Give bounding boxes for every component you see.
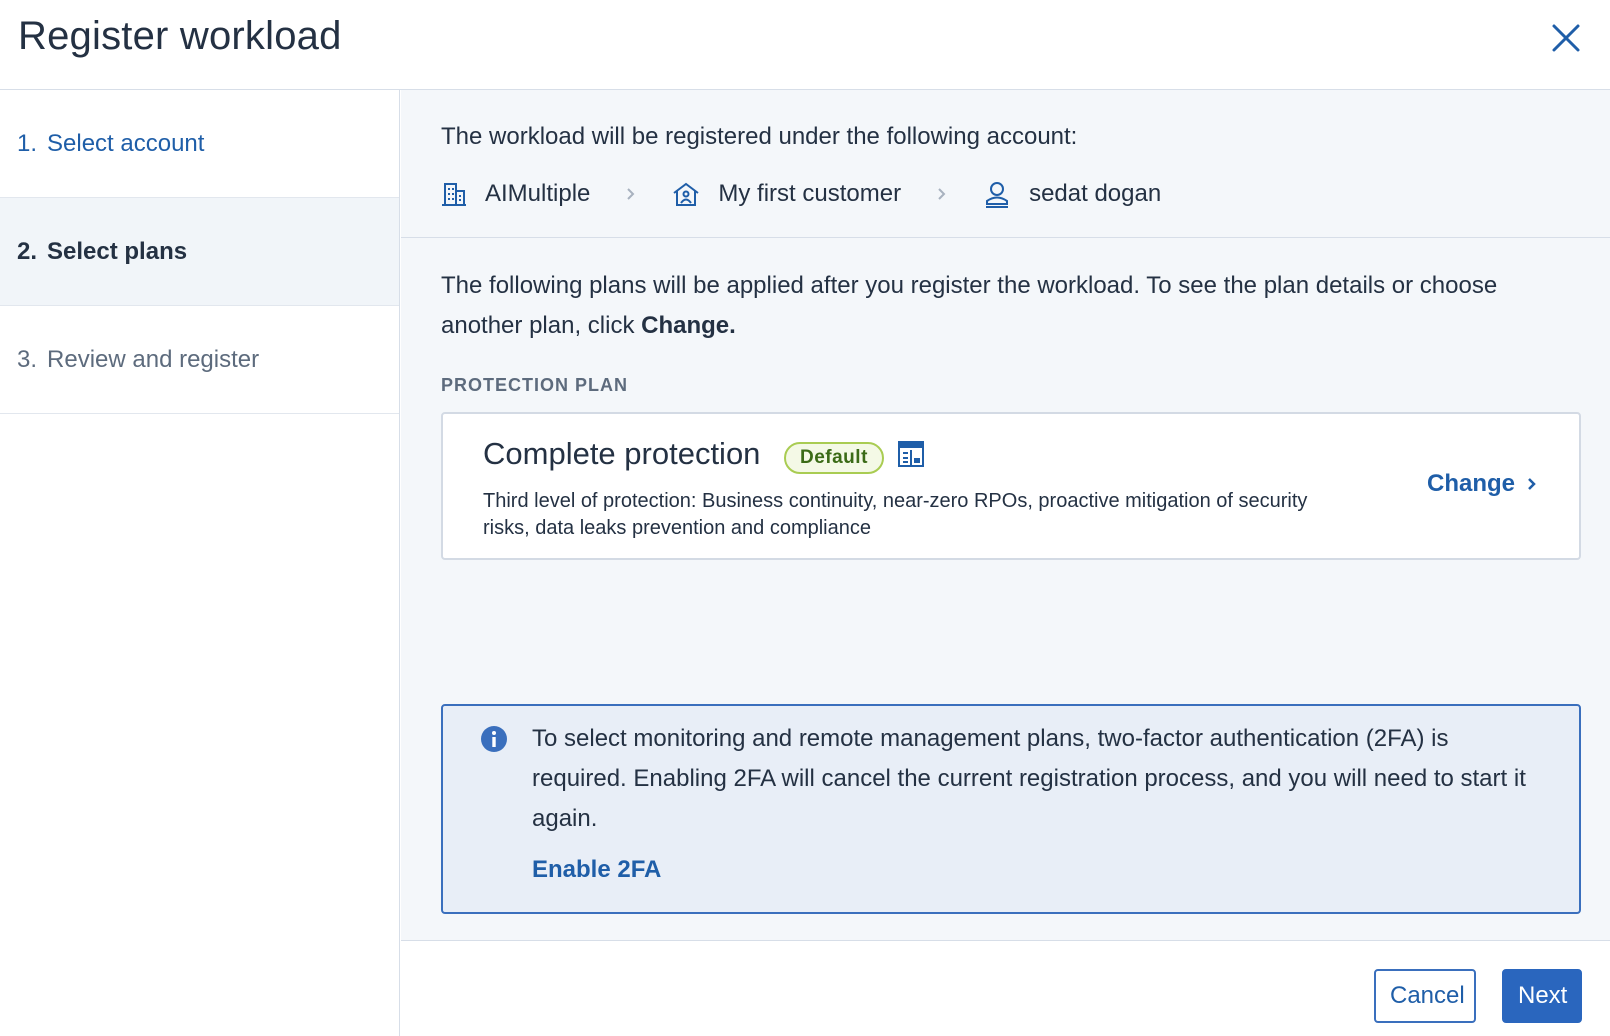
step-label: Select plans — [47, 237, 188, 265]
plan-details-button[interactable] — [897, 440, 925, 473]
plans-intro-text: The following plans will be applied afte… — [441, 272, 1498, 339]
chevron-right-icon — [1528, 478, 1536, 490]
path-item-customer: My first customer — [672, 180, 901, 208]
step-number: 2. — [17, 237, 38, 265]
cancel-button[interactable]: Cancel — [1374, 969, 1476, 1023]
plan-name: Complete protection — [483, 436, 761, 471]
info-text: To select monitoring and remote manageme… — [532, 725, 1526, 832]
default-badge: Default — [784, 442, 884, 474]
path-label: AIMultiple — [485, 180, 591, 207]
dialog-title: Register workload — [18, 14, 342, 58]
step-select-account[interactable]: 1. Select account — [0, 90, 399, 198]
change-plan-link[interactable]: Change — [1427, 470, 1537, 498]
chevron-right-icon — [627, 188, 635, 200]
close-button[interactable] — [1548, 20, 1584, 56]
next-button[interactable]: Next — [1502, 969, 1582, 1023]
main-panel: The workload will be registered under th… — [401, 90, 1610, 1036]
info-icon — [481, 726, 507, 752]
path-item-partner: AIMultiple — [441, 180, 590, 208]
wizard-steps: 1. Select account 2. Select plans 3. Rev… — [0, 90, 400, 1036]
step-label: Select account — [47, 129, 205, 157]
protection-plan-label: PROTECTION PLAN — [441, 375, 629, 395]
change-label: Change — [1427, 470, 1516, 497]
plans-intro-change: Change. — [641, 312, 736, 339]
step-review-and-register[interactable]: 3. Review and register — [0, 306, 399, 414]
close-icon — [1552, 24, 1580, 52]
dialog-header: Register workload — [0, 0, 1610, 90]
building-icon — [442, 183, 466, 206]
path-label: sedat dogan — [1029, 180, 1162, 207]
step-select-plans[interactable]: 2. Select plans — [0, 198, 399, 306]
chevron-right-icon — [938, 188, 946, 200]
plan-details-icon — [898, 441, 924, 467]
account-path: AIMultiple My first customer sedat dogan — [441, 174, 1161, 214]
info-message: To select monitoring and remote manageme… — [441, 704, 1581, 914]
customer-house-icon — [673, 182, 699, 206]
dialog-footer: Cancel Next — [401, 940, 1610, 1036]
plan-description: Third level of protection: Business cont… — [483, 490, 1308, 539]
protection-plan-card: Complete protection Default Third level … — [441, 412, 1581, 560]
step-number: 3. — [17, 345, 38, 373]
step-label: Review and register — [47, 345, 260, 373]
account-section: The workload will be registered under th… — [401, 90, 1610, 238]
account-intro: The workload will be registered under th… — [441, 123, 1078, 150]
step-number: 1. — [17, 129, 38, 157]
path-item-user: sedat dogan — [983, 180, 1161, 208]
enable-2fa-link[interactable]: Enable 2FA — [532, 856, 661, 884]
user-icon — [986, 182, 1009, 208]
plans-intro: The following plans will be applied afte… — [441, 266, 1571, 346]
path-label: My first customer — [718, 180, 902, 207]
